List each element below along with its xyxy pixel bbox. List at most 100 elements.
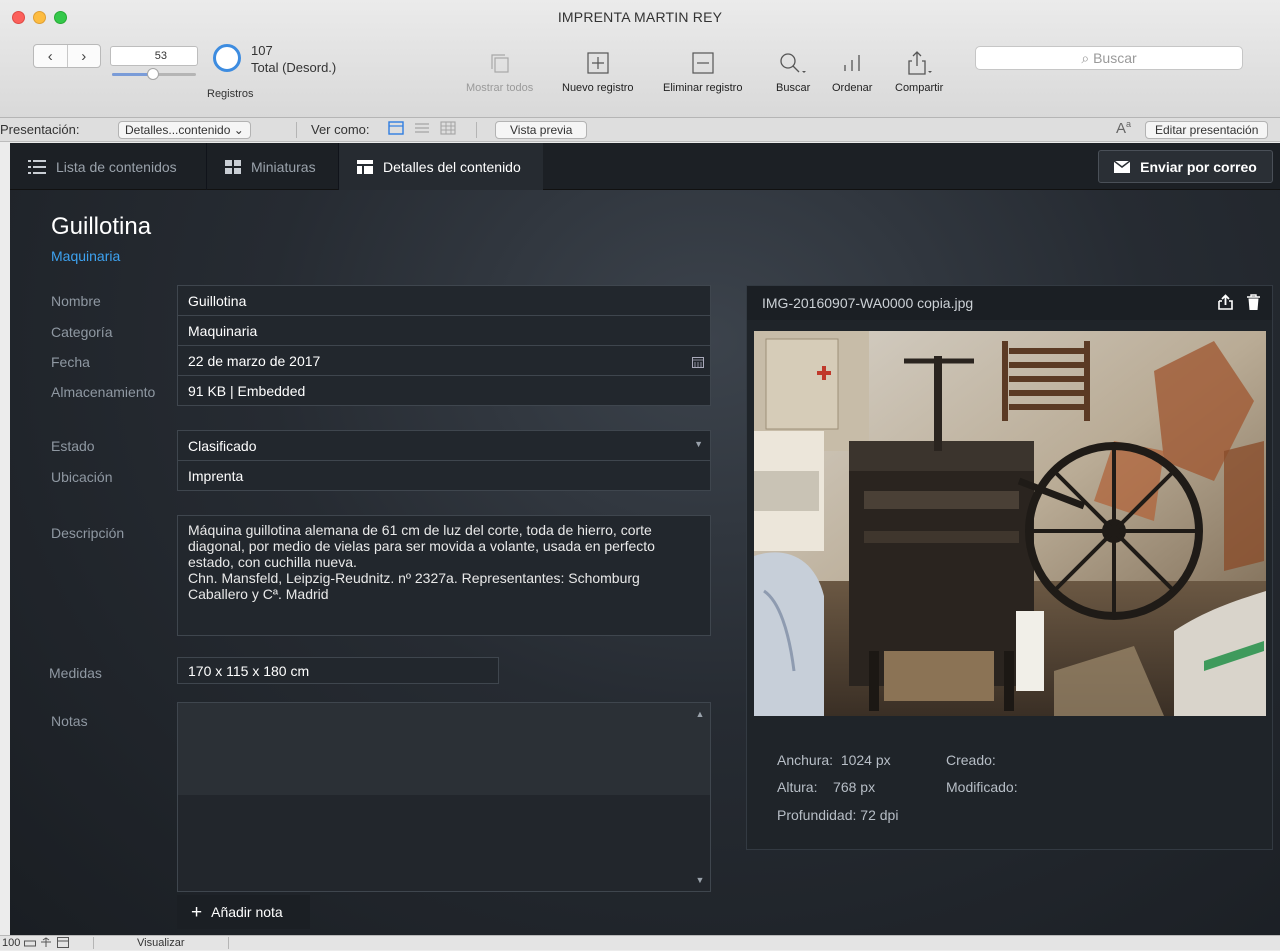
description-line: diagonal, por medio de vielas para ser m…: [188, 538, 655, 554]
preview-button[interactable]: Vista previa: [495, 121, 588, 139]
divider: [476, 122, 477, 138]
find-button[interactable]: Buscar: [776, 44, 810, 94]
magnifier-icon: [776, 44, 810, 82]
name-field[interactable]: Guillotina: [177, 285, 711, 316]
dropdown-arrow-icon: ▼: [694, 439, 703, 449]
chevron-left-icon: ‹: [47, 47, 53, 65]
envelope-icon: [1114, 160, 1131, 173]
show-all-icon: [466, 44, 533, 82]
current-record-field[interactable]: 53: [110, 46, 198, 66]
divider: [296, 122, 297, 138]
share-button[interactable]: Compartir: [895, 44, 943, 94]
status-dropdown[interactable]: Clasificado ▼: [177, 430, 711, 461]
guillotine-photo: [754, 331, 1266, 716]
divider: [93, 937, 94, 949]
toolbar-toggle-icon[interactable]: [40, 937, 52, 951]
location-label: Ubicación: [51, 469, 113, 485]
previous-record-button[interactable]: ‹: [34, 45, 68, 67]
table-view-icon[interactable]: [440, 121, 456, 138]
image-created: Creado:: [946, 752, 996, 768]
next-record-button[interactable]: ›: [68, 45, 101, 67]
image-modified: Modificado:: [946, 779, 1018, 795]
zoom-out-icon[interactable]: [24, 938, 36, 951]
show-all-button[interactable]: Mostrar todos: [466, 44, 533, 94]
mode-label: Visualizar: [137, 937, 185, 949]
found-set-pie-icon: [213, 44, 241, 72]
image-panel: IMG-20160907-WA0000 copia.jpg Anchura: 1…: [746, 285, 1273, 850]
delete-record-button[interactable]: Eliminar registro: [663, 44, 742, 94]
minus-box-icon: [663, 44, 742, 82]
record-category-subtitle: Maquinaria: [51, 248, 121, 264]
chevron-right-icon: ›: [81, 47, 87, 65]
tab-content-details[interactable]: Detalles del contenido: [339, 143, 543, 190]
plus-box-icon: [562, 44, 634, 82]
tab-thumbnails[interactable]: Miniaturas: [207, 143, 338, 190]
search-placeholder: Buscar: [1093, 50, 1137, 66]
plus-icon: +: [191, 901, 203, 923]
description-line: estado, con cuchilla nueva.: [188, 554, 357, 570]
description-line: Máquina guillotina alemana de 61 cm de l…: [188, 522, 652, 538]
grid-icon: [225, 159, 241, 174]
scroll-up-icon[interactable]: ▲: [693, 707, 707, 721]
form-view-icon[interactable]: [388, 121, 404, 138]
record-navigation: ‹ ›: [33, 44, 101, 68]
search-icon: ⌕: [1081, 50, 1090, 66]
record-slider[interactable]: [112, 68, 196, 80]
record-title: Guillotina: [51, 213, 152, 240]
new-record-button[interactable]: Nuevo registro: [562, 44, 634, 94]
tab-content-list[interactable]: Lista de contenidos: [10, 143, 206, 190]
image-filename: IMG-20160907-WA0000 copia.jpg: [762, 295, 974, 311]
storage-field: 91 KB | Embedded: [177, 376, 711, 406]
image-depth: Profundidad: 72 dpi: [777, 807, 899, 823]
name-label: Nombre: [51, 293, 101, 309]
sort-button[interactable]: Ordenar: [832, 44, 872, 94]
edit-layout-button[interactable]: Editar presentación: [1145, 121, 1269, 139]
total-records-label: Total (Desord.): [251, 60, 337, 75]
image-width: Anchura: 1024 px: [777, 752, 891, 768]
layout-menu[interactable]: Detalles...contenido ⌄: [118, 121, 251, 139]
layout-bar: Presentación: Detalles...contenido ⌄ Ver…: [0, 118, 1280, 142]
registros-label: Registros: [207, 88, 254, 100]
description-label: Descripción: [51, 525, 125, 541]
content-area: Lista de contenidos Miniaturas Detalles …: [10, 143, 1280, 935]
content-tabs: Lista de contenidos Miniaturas Detalles …: [10, 143, 1280, 190]
date-label: Fecha: [51, 354, 90, 370]
status-toggle-icon[interactable]: [57, 937, 69, 951]
storage-label: Almacenamiento: [51, 384, 156, 400]
search-field[interactable]: ⌕ Buscar: [975, 46, 1243, 70]
list-icon: [28, 159, 46, 174]
date-field[interactable]: 22 de marzo de 2017: [177, 346, 711, 376]
location-field[interactable]: Imprenta: [177, 461, 711, 491]
total-records-count: 107: [251, 43, 273, 58]
font-size-icon[interactable]: Aa: [1116, 119, 1131, 137]
chevron-down-icon: ⌄: [233, 123, 244, 137]
layout-label: Presentación:: [0, 122, 80, 137]
image-height: Altura: 768 px: [777, 779, 876, 795]
scroll-down-icon[interactable]: ▼: [693, 873, 707, 887]
zoom-level[interactable]: 100: [2, 937, 20, 949]
list-view-icon[interactable]: [414, 121, 430, 138]
category-field[interactable]: Maquinaria: [177, 316, 711, 346]
window-toolbar: IMPRENTA MARTIN REY ‹ › 53 107 Total (De…: [0, 0, 1280, 118]
status-bar: 100 Visualizar: [0, 935, 1280, 950]
share-icon: [895, 44, 943, 82]
dimensions-label: Medidas: [49, 665, 102, 681]
image-header: IMG-20160907-WA0000 copia.jpg: [747, 286, 1272, 320]
dimensions-field[interactable]: 170 x 115 x 180 cm: [177, 657, 499, 684]
view-as-label: Ver como:: [311, 122, 370, 137]
trash-icon[interactable]: [1247, 294, 1260, 313]
send-email-button[interactable]: Enviar por correo: [1098, 150, 1273, 183]
window-title: IMPRENTA MARTIN REY: [557, 9, 723, 25]
divider: [228, 937, 229, 949]
category-label: Categoría: [51, 324, 113, 340]
status-label: Estado: [51, 438, 95, 454]
notes-field[interactable]: ▲ ▼: [177, 702, 711, 892]
record-slider-knob[interactable]: [147, 68, 160, 80]
details-icon: [357, 159, 373, 174]
description-field[interactable]: Máquina guillotina alemana de 61 cm de l…: [177, 515, 711, 636]
notes-label: Notas: [51, 713, 88, 729]
add-note-button[interactable]: + Añadir nota: [177, 895, 310, 929]
description-line: Caballero y Cª. Madrid: [188, 586, 329, 602]
export-icon[interactable]: [1218, 294, 1233, 313]
calendar-icon[interactable]: [692, 355, 704, 371]
